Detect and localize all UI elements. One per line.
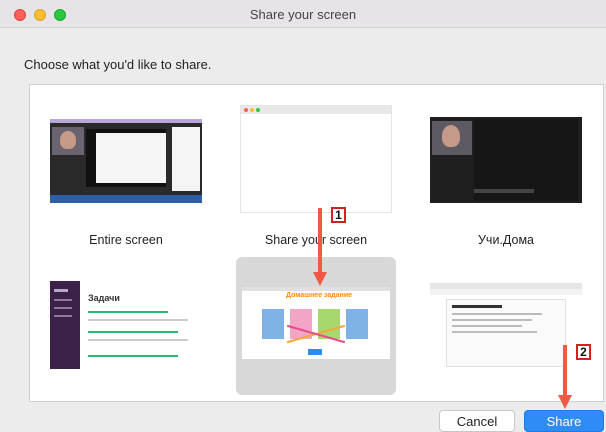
share-button[interactable]: Share (524, 410, 604, 432)
annotation-label-1: 1 (331, 207, 346, 223)
source-label-entire-screen: Entire screen (89, 233, 163, 247)
window-5-heading: Домашнее задание (286, 292, 353, 299)
source-label-uchi-doma: Учи.Дома (477, 233, 534, 247)
annotation-arrow-1-line (318, 208, 322, 274)
entire-screen-thumbnail (50, 119, 202, 203)
share-your-screen-thumbnail (240, 105, 392, 213)
window-4-thumbnail: Задачи (50, 281, 202, 369)
share-screen-dialog: Share your screen Choose what you'd like… (0, 0, 606, 432)
annotation-arrow-2-head (558, 395, 572, 409)
annotation-arrow-1-head (313, 272, 327, 286)
source-tile-window-4[interactable]: Задачи (46, 261, 206, 391)
window-4-heading: Задачи (88, 293, 120, 303)
cancel-button[interactable]: Cancel (439, 410, 515, 432)
share-prompt: Choose what you'd like to share. (24, 57, 212, 72)
uchi-doma-thumbnail (430, 117, 582, 203)
window-6-thumbnail (430, 283, 582, 367)
source-tile-window-6[interactable] (426, 261, 586, 391)
window-title: Share your screen (249, 7, 357, 22)
title-bar: Share your screen (0, 0, 606, 28)
annotation-label-2: 2 (576, 344, 591, 360)
source-label-share-your-screen: Share your screen (264, 233, 368, 247)
source-tile-share-your-screen[interactable]: Share your screen (236, 95, 396, 255)
share-sources-panel: Entire screen Share your screen Учи.Дома (29, 84, 604, 402)
source-tile-uchi-doma[interactable]: Учи.Дома (426, 95, 586, 255)
window-5-thumbnail: Домашнее задание (242, 287, 390, 359)
annotation-arrow-2-line (563, 345, 567, 400)
source-tile-entire-screen[interactable]: Entire screen (46, 95, 206, 255)
